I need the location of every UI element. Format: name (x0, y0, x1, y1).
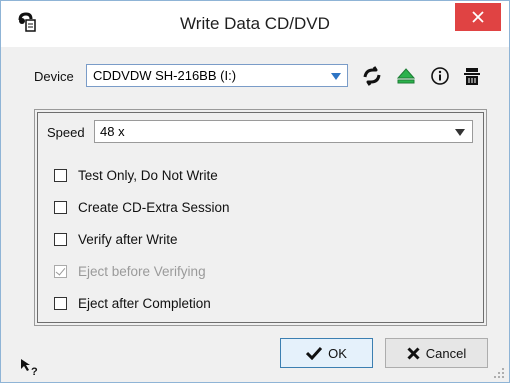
resize-grip-icon[interactable] (493, 366, 505, 378)
speed-label: Speed (47, 125, 85, 140)
close-button[interactable] (455, 3, 501, 31)
cd-extra-session-label: Create CD-Extra Session (78, 200, 230, 215)
close-icon (472, 11, 484, 23)
checkbox-box[interactable] (54, 297, 67, 310)
svg-text:?: ? (31, 366, 38, 378)
verify-after-write-label: Verify after Write (78, 232, 178, 247)
speed-select-value: 48 x (100, 124, 125, 139)
eject-after-completion-label: Eject after Completion (78, 296, 211, 311)
options-group-frame (37, 112, 484, 323)
dialog-window: Write Data CD/DVD Device CDDVDW SH-216BB… (0, 0, 510, 383)
title-bar[interactable]: Write Data CD/DVD (1, 1, 509, 47)
device-label: Device (34, 69, 74, 84)
checkbox-box-checked (54, 265, 67, 278)
chevron-down-icon[interactable] (455, 129, 465, 136)
speed-select[interactable]: 48 x (94, 120, 473, 143)
info-icon[interactable] (429, 65, 451, 87)
ok-button-label: OK (328, 345, 347, 361)
eject-icon[interactable] (395, 65, 417, 87)
chevron-down-icon[interactable] (331, 73, 341, 80)
test-only-label: Test Only, Do Not Write (78, 168, 218, 183)
checkbox-box[interactable] (54, 169, 67, 182)
check-icon (306, 346, 323, 360)
ok-button[interactable]: OK (280, 338, 373, 368)
cancel-button-label: Cancel (425, 345, 467, 361)
erase-disc-icon[interactable] (461, 65, 483, 87)
check-mark-icon (55, 265, 66, 276)
checkbox-box[interactable] (54, 233, 67, 246)
dialog-body: Device CDDVDW SH-216BB (I:) Speed 48 x T… (1, 47, 509, 382)
options-group: Speed 48 x Test Only, Do Not Write Creat… (34, 109, 487, 326)
window-title: Write Data CD/DVD (180, 14, 330, 33)
eject-before-verifying-label: Eject before Verifying (78, 264, 206, 279)
checkbox-box[interactable] (54, 201, 67, 214)
close-icon (407, 346, 420, 360)
refresh-icon[interactable] (361, 65, 383, 87)
help-cursor-icon[interactable]: ? (19, 357, 41, 379)
cancel-button[interactable]: Cancel (385, 338, 488, 368)
device-select-value: CDDVDW SH-216BB (I:) (93, 68, 237, 83)
device-select[interactable]: CDDVDW SH-216BB (I:) (86, 64, 348, 87)
